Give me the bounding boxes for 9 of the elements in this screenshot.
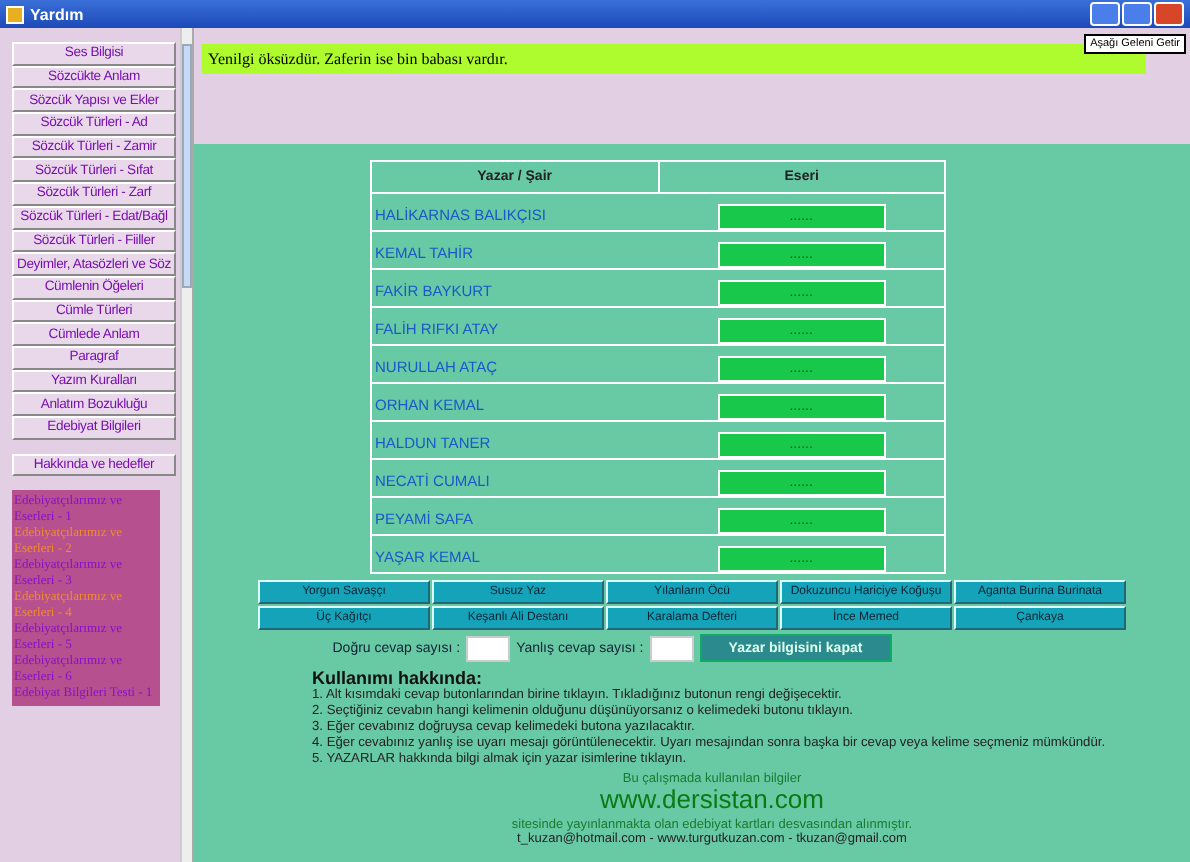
window-title: Yardım bbox=[30, 5, 86, 23]
usage-title: Kullanımı hakkında: bbox=[312, 668, 485, 688]
minimize-button[interactable] bbox=[1090, 2, 1120, 26]
correct-count-field[interactable] bbox=[466, 635, 511, 661]
app-icon bbox=[6, 5, 24, 23]
wrong-count-field[interactable] bbox=[649, 635, 694, 661]
maximize-button[interactable] bbox=[1122, 2, 1152, 26]
website-link[interactable]: www.dersistan.com bbox=[600, 786, 824, 814]
close-button[interactable] bbox=[1154, 2, 1184, 26]
